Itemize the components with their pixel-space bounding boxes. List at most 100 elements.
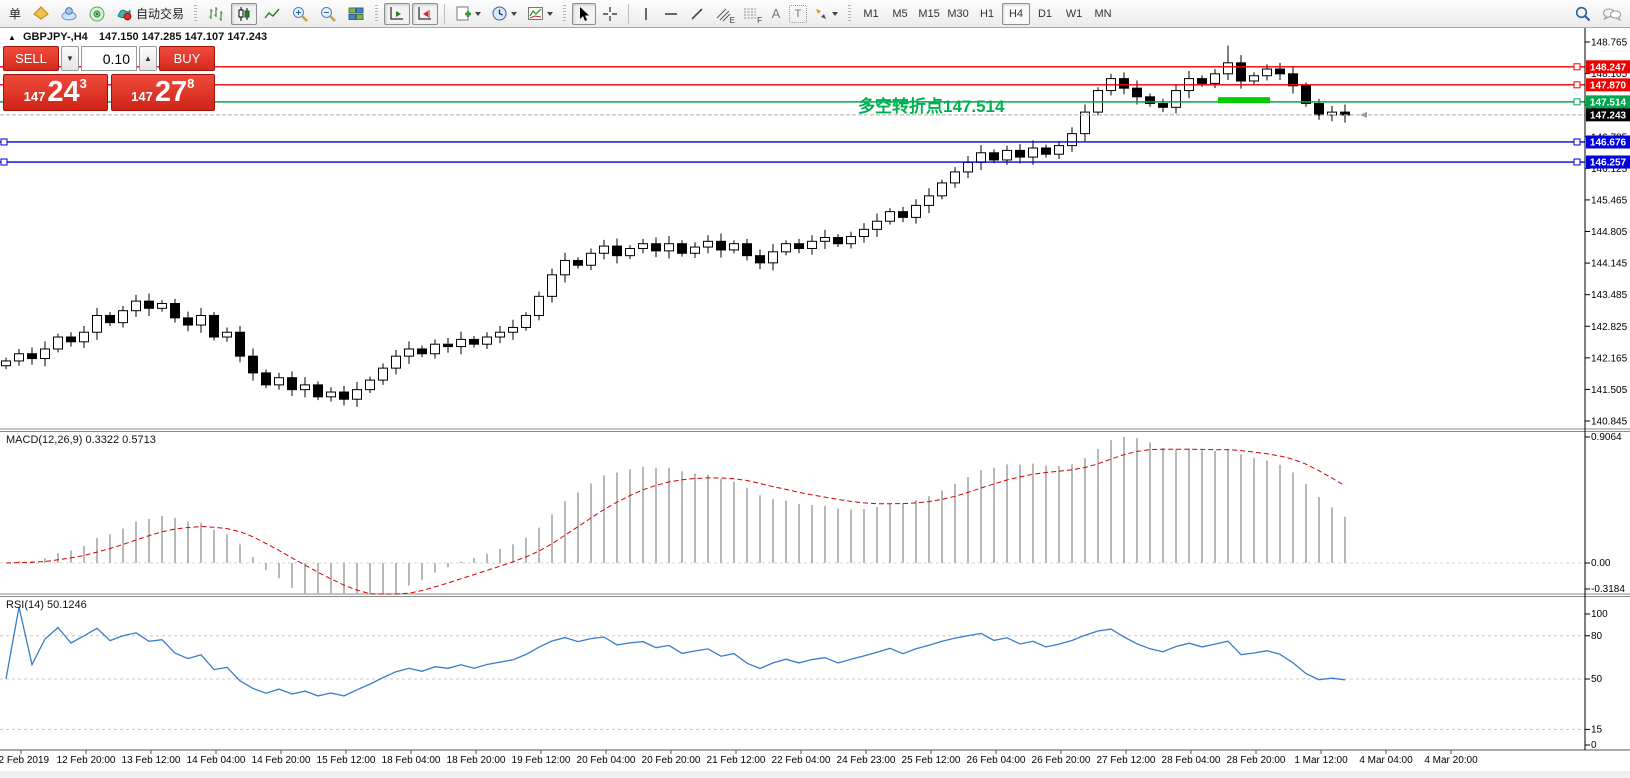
- price-tick-label: 142.165: [1591, 353, 1628, 364]
- cursor-icon[interactable]: [572, 3, 596, 25]
- price-tick-label: 143.485: [1591, 290, 1628, 301]
- orders-menu-label[interactable]: 单: [4, 3, 26, 25]
- time-axis-label: 4 Mar 04:00: [1359, 755, 1413, 766]
- price-tick-label: 142.825: [1591, 322, 1628, 333]
- time-axis-label: 14 Feb 20:00: [252, 755, 311, 766]
- timeframe-m30[interactable]: M30: [944, 3, 972, 25]
- time-axis-label: 18 Feb 04:00: [382, 755, 441, 766]
- green-segment-annotation[interactable]: [1218, 97, 1270, 103]
- macd-axis-label: 0.00: [1591, 558, 1611, 569]
- auto-trading-button[interactable]: 自动交易: [112, 3, 188, 25]
- timeframe-toolbar: M1 M5 M15 M30 H1 H4 D1 W1 MN: [857, 3, 1117, 25]
- bid-prefix: 147: [24, 87, 46, 107]
- line-handle: [1, 139, 7, 145]
- arrows-tool-icon[interactable]: [809, 3, 842, 25]
- zoom-in-icon[interactable]: [287, 3, 313, 25]
- caret-down-icon: [832, 12, 838, 16]
- time-axis-label: 26 Feb 20:00: [1032, 755, 1091, 766]
- timeframe-h4[interactable]: H4: [1002, 3, 1030, 25]
- auto-trading-label: 自动交易: [136, 5, 184, 22]
- ask-quote-button[interactable]: 147 27 8: [111, 74, 216, 111]
- text-tool-icon[interactable]: A: [765, 3, 787, 25]
- price-tick-label: 144.145: [1591, 259, 1628, 270]
- timeframe-m15[interactable]: M15: [915, 3, 943, 25]
- candlestick-chart-icon[interactable]: [231, 3, 257, 25]
- toolbar-grip: [194, 5, 197, 23]
- volume-input[interactable]: 0.10: [81, 46, 137, 71]
- periods-clock-button[interactable]: [487, 3, 521, 25]
- time-axis-label: 19 Feb 12:00: [512, 755, 571, 766]
- volume-step-up-button[interactable]: ▲: [139, 46, 157, 71]
- equidistant-channel-tool-icon[interactable]: E: [711, 3, 736, 25]
- line-handle: [1574, 82, 1580, 88]
- timeframe-d1[interactable]: D1: [1031, 3, 1059, 25]
- main-toolbar: 单 自动交易: [0, 0, 1630, 28]
- volume-step-down-button[interactable]: ▼: [61, 46, 79, 71]
- chart-annotation-text[interactable]: 多空转折点147.514: [858, 92, 1004, 117]
- timeframe-h1[interactable]: H1: [973, 3, 1001, 25]
- price-line-badge-label: 148.247: [1590, 62, 1627, 73]
- sell-button[interactable]: SELL: [3, 46, 59, 71]
- timeframe-m5[interactable]: M5: [886, 3, 914, 25]
- toolbar-separator: [444, 4, 445, 24]
- fibo-tag: F: [757, 16, 762, 25]
- caret-down-icon: [511, 12, 517, 16]
- chart-shift-icon[interactable]: [412, 3, 438, 25]
- timeframe-mn[interactable]: MN: [1089, 3, 1117, 25]
- price-tick-label: 144.805: [1591, 227, 1628, 238]
- line-handle: [1574, 99, 1580, 105]
- collapse-triangle-icon[interactable]: ▲: [8, 33, 16, 42]
- ask-main: 27: [155, 78, 187, 107]
- time-axis-label: 4 Mar 20:00: [1424, 755, 1478, 766]
- zoom-out-icon[interactable]: [315, 3, 341, 25]
- buy-button[interactable]: BUY: [159, 46, 215, 71]
- crosshair-icon[interactable]: [598, 3, 622, 25]
- tile-windows-icon[interactable]: [343, 3, 369, 25]
- trendline-tool-icon[interactable]: [685, 3, 709, 25]
- bid-price-badge-label: 147.243: [1590, 110, 1627, 121]
- chat-icon[interactable]: [1598, 3, 1626, 25]
- macd-indicator-label: MACD(12,26,9) 0.3322 0.5713: [6, 434, 156, 446]
- price-tick-label: 148.765: [1591, 38, 1628, 49]
- community-icon[interactable]: [56, 3, 82, 25]
- line-handle: [1574, 64, 1580, 70]
- timeframe-m1[interactable]: M1: [857, 3, 885, 25]
- time-axis-label: 20 Feb 20:00: [642, 755, 701, 766]
- search-icon[interactable]: [1570, 3, 1596, 25]
- one-click-trading-panel: SELL ▼ 0.10 ▲ BUY 147 24 3 147 27 8: [3, 46, 215, 111]
- rsi-axis-label: 15: [1591, 724, 1603, 735]
- auto-trading-icon: [116, 6, 132, 22]
- bid-pip: 3: [80, 76, 87, 91]
- bid-quote-button[interactable]: 147 24 3: [3, 74, 108, 111]
- line-chart-icon[interactable]: [259, 3, 285, 25]
- vertical-line-tool-icon[interactable]: [635, 3, 657, 25]
- new-chart-button[interactable]: [451, 3, 485, 25]
- timeframe-w1[interactable]: W1: [1060, 3, 1088, 25]
- symbol-title: GBPJPY-,H4: [23, 31, 88, 43]
- text-label-tool-icon[interactable]: T: [789, 5, 807, 23]
- gold-diamond-icon[interactable]: [28, 3, 54, 25]
- symbol-header: ▲ GBPJPY-,H4 147.150 147.285 147.107 147…: [8, 31, 267, 43]
- bar-chart-icon[interactable]: [203, 3, 229, 25]
- auto-scroll-icon[interactable]: [384, 3, 410, 25]
- time-axis-label: 26 Feb 04:00: [967, 755, 1026, 766]
- price-tick-label: 141.505: [1591, 385, 1628, 396]
- time-axis-label: 14 Feb 04:00: [187, 755, 246, 766]
- price-tick-label: 145.465: [1591, 195, 1628, 206]
- macd-signal-line: [6, 449, 1345, 594]
- price-tick-label: 140.845: [1591, 417, 1628, 428]
- horizontal-line-tool-icon[interactable]: [659, 3, 683, 25]
- channel-tag: E: [730, 16, 735, 25]
- chart-canvas[interactable]: 148.765148.105147.445146.785146.125145.4…: [0, 0, 1630, 778]
- indicators-button[interactable]: [523, 3, 557, 25]
- fibonacci-tool-icon[interactable]: F: [738, 3, 763, 25]
- rsi-indicator-label: RSI(14) 50.1246: [6, 599, 87, 611]
- time-axis-label: 28 Feb 20:00: [1227, 755, 1286, 766]
- macd-axis-label: 0.9064: [1591, 432, 1622, 443]
- price-line-badge-label: 147.514: [1590, 97, 1627, 108]
- line-handle: [1, 159, 7, 165]
- time-axis-label: 1 Mar 12:00: [1294, 755, 1348, 766]
- signals-icon[interactable]: [84, 3, 110, 25]
- price-line-badge-label: 146.257: [1590, 158, 1627, 169]
- time-axis-label: 13 Feb 12:00: [122, 755, 181, 766]
